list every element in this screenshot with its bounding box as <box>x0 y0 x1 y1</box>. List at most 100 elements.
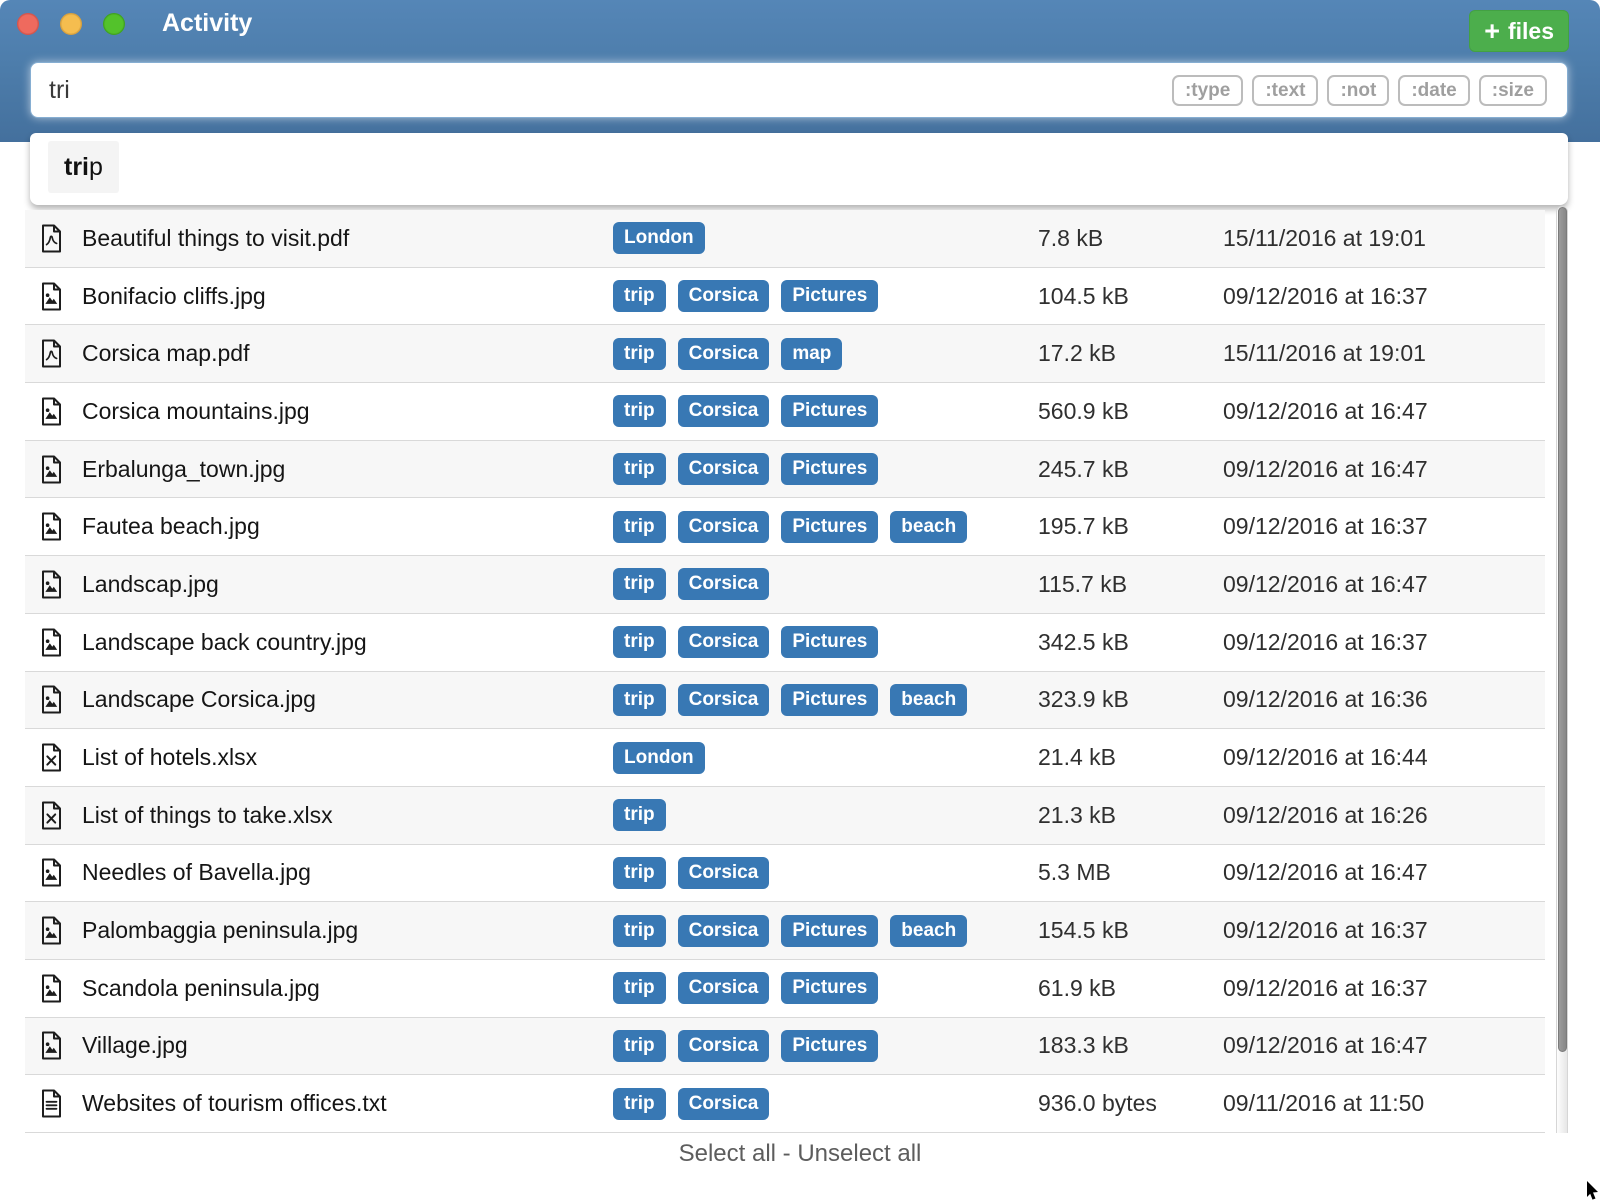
file-row[interactable]: Corsica mountains.jpgtripCorsicaPictures… <box>25 383 1545 441</box>
tag-corsica[interactable]: Corsica <box>678 857 770 889</box>
tag-trip[interactable]: trip <box>613 915 666 947</box>
scrollbar-thumb[interactable] <box>1558 207 1567 1052</box>
search-input[interactable] <box>31 76 1172 105</box>
file-icon-cell <box>25 628 82 657</box>
file-icon-cell <box>25 743 82 772</box>
file-row[interactable]: Palombaggia peninsula.jpgtrip Corsica Pict… <box>25 902 1545 960</box>
file-row[interactable]: Village.jpgtripCorsicaPictures183.3 kB09… <box>25 1018 1545 1076</box>
file-tags: trip Corsica Pictures beach <box>613 915 1038 947</box>
tag-trip[interactable]: trip <box>613 280 666 312</box>
file-row[interactable]: Corsica map.pdftripCorsicamap17.2 kB15/1… <box>25 325 1545 383</box>
file-date: 09/12/2016 at 16:36 <box>1223 686 1545 713</box>
file-size: 21.3 kB <box>1038 802 1223 829</box>
file-date: 09/12/2016 at 16:47 <box>1223 398 1545 425</box>
tag-trip[interactable]: trip <box>613 857 666 889</box>
file-date: 09/12/2016 at 16:47 <box>1223 456 1545 483</box>
file-row[interactable]: Beautiful things to visit.pdfLondon7.8 k… <box>25 210 1545 268</box>
text-file-icon <box>40 1089 63 1118</box>
tag-pictures[interactable]: Pictures <box>781 280 878 312</box>
tag-trip[interactable]: trip <box>613 453 666 485</box>
page-title: Activity <box>162 9 252 38</box>
tag-corsica[interactable]: Corsica <box>678 453 770 485</box>
tag-corsica[interactable]: Corsica <box>678 972 770 1004</box>
unselect-all-link[interactable]: Unselect all <box>797 1140 921 1167</box>
tag-corsica[interactable]: Corsica <box>678 280 770 312</box>
file-row[interactable]: Fautea beach.jpgtripCorsicaPicturesbeach… <box>25 498 1545 556</box>
tag-corsica[interactable]: Corsica <box>678 568 770 600</box>
tag-trip[interactable]: trip <box>613 972 666 1004</box>
tag-corsica[interactable]: Corsica <box>678 626 770 658</box>
tag-beach[interactable]: beach <box>890 915 967 947</box>
tag-pictures[interactable]: Pictures <box>781 453 878 485</box>
file-row[interactable]: List of hotels.xlsxLondon21.4 kB09/12/20… <box>25 729 1545 787</box>
file-name: Palombaggia peninsula.jpg <box>82 917 613 944</box>
file-row[interactable]: Landscape Corsica.jpgtripCorsicaPictures… <box>25 672 1545 730</box>
file-row[interactable]: Landscape back country.jpgtripCorsicaPic… <box>25 614 1545 672</box>
tag-pictures[interactable]: Pictures <box>781 684 878 716</box>
tag-corsica[interactable]: Corsica <box>678 338 770 370</box>
tag-trip[interactable]: trip <box>613 684 666 716</box>
tag-trip[interactable]: trip <box>613 568 666 600</box>
file-row[interactable]: Websites of tourism offices.txttripCorsi… <box>25 1075 1545 1133</box>
file-row[interactable]: Bonifacio cliffs.jpgtripCorsicaPictures1… <box>25 268 1545 326</box>
file-name: Landscap.jpg <box>82 571 613 598</box>
tag-beach[interactable]: beach <box>890 684 967 716</box>
image-file-icon <box>40 685 63 714</box>
tag-beach[interactable]: beach <box>890 511 967 543</box>
file-size: 245.7 kB <box>1038 456 1223 483</box>
tag-corsica[interactable]: Corsica <box>678 915 770 947</box>
file-icon-cell <box>25 685 82 714</box>
tag-trip[interactable]: trip <box>613 1088 666 1120</box>
file-date: 09/12/2016 at 16:37 <box>1223 283 1545 310</box>
tag-pictures[interactable]: Pictures <box>781 395 878 427</box>
file-name: Corsica map.pdf <box>82 340 613 367</box>
tag-pictures[interactable]: Pictures <box>781 915 878 947</box>
file-row[interactable]: Needles of Bavella.jpgtripCorsica5.3 MB0… <box>25 845 1545 903</box>
file-icon-cell <box>25 570 82 599</box>
autocomplete-suggestion-trip[interactable]: trip <box>48 141 119 193</box>
tag-london[interactable]: London <box>613 742 705 774</box>
tag-map[interactable]: map <box>781 338 842 370</box>
tag-pictures[interactable]: Pictures <box>781 511 878 543</box>
tag-corsica[interactable]: Corsica <box>678 1088 770 1120</box>
file-tags: London <box>613 222 1038 254</box>
file-row[interactable]: List of things to take.xlsxtrip21.3 kB09… <box>25 787 1545 845</box>
pdf-file-icon <box>40 224 63 253</box>
filter-button-type[interactable]: :type <box>1172 75 1243 106</box>
filter-button-text[interactable]: :text <box>1252 75 1318 106</box>
filter-button-not[interactable]: :not <box>1327 75 1389 106</box>
file-row[interactable]: Landscap.jpgtripCorsica115.7 kB09/12/201… <box>25 556 1545 614</box>
tag-pictures[interactable]: Pictures <box>781 626 878 658</box>
file-date: 09/12/2016 at 16:37 <box>1223 629 1545 656</box>
select-all-link[interactable]: Select all <box>679 1140 776 1167</box>
filter-button-date[interactable]: :date <box>1398 75 1469 106</box>
minimize-window-button[interactable] <box>60 13 82 35</box>
tag-corsica[interactable]: Corsica <box>678 1030 770 1062</box>
close-window-button[interactable] <box>17 13 39 35</box>
tag-trip[interactable]: trip <box>613 338 666 370</box>
add-files-button[interactable]: + files <box>1469 10 1569 52</box>
image-file-icon <box>40 628 63 657</box>
tag-corsica[interactable]: Corsica <box>678 395 770 427</box>
tag-london[interactable]: London <box>613 222 705 254</box>
file-icon-cell <box>25 455 82 484</box>
file-name: Bonifacio cliffs.jpg <box>82 283 613 310</box>
file-tags: trip Corsica <box>613 1088 1038 1120</box>
file-tags: trip Corsica Pictures <box>613 395 1038 427</box>
file-row[interactable]: Scandola peninsula.jpgtripCorsicaPicture… <box>25 960 1545 1018</box>
tag-trip[interactable]: trip <box>613 395 666 427</box>
zoom-window-button[interactable] <box>103 13 125 35</box>
file-name: Beautiful things to visit.pdf <box>82 225 613 252</box>
tag-corsica[interactable]: Corsica <box>678 684 770 716</box>
tag-corsica[interactable]: Corsica <box>678 511 770 543</box>
tag-pictures[interactable]: Pictures <box>781 972 878 1004</box>
tag-trip[interactable]: trip <box>613 626 666 658</box>
tag-trip[interactable]: trip <box>613 799 666 831</box>
file-icon-cell <box>25 339 82 368</box>
file-row[interactable]: Erbalunga_town.jpgtripCorsicaPictures245… <box>25 441 1545 499</box>
tag-trip[interactable]: trip <box>613 511 666 543</box>
tag-pictures[interactable]: Pictures <box>781 1030 878 1062</box>
tag-trip[interactable]: trip <box>613 1030 666 1062</box>
file-date: 09/12/2016 at 16:47 <box>1223 859 1545 886</box>
filter-button-size[interactable]: :size <box>1479 75 1547 106</box>
